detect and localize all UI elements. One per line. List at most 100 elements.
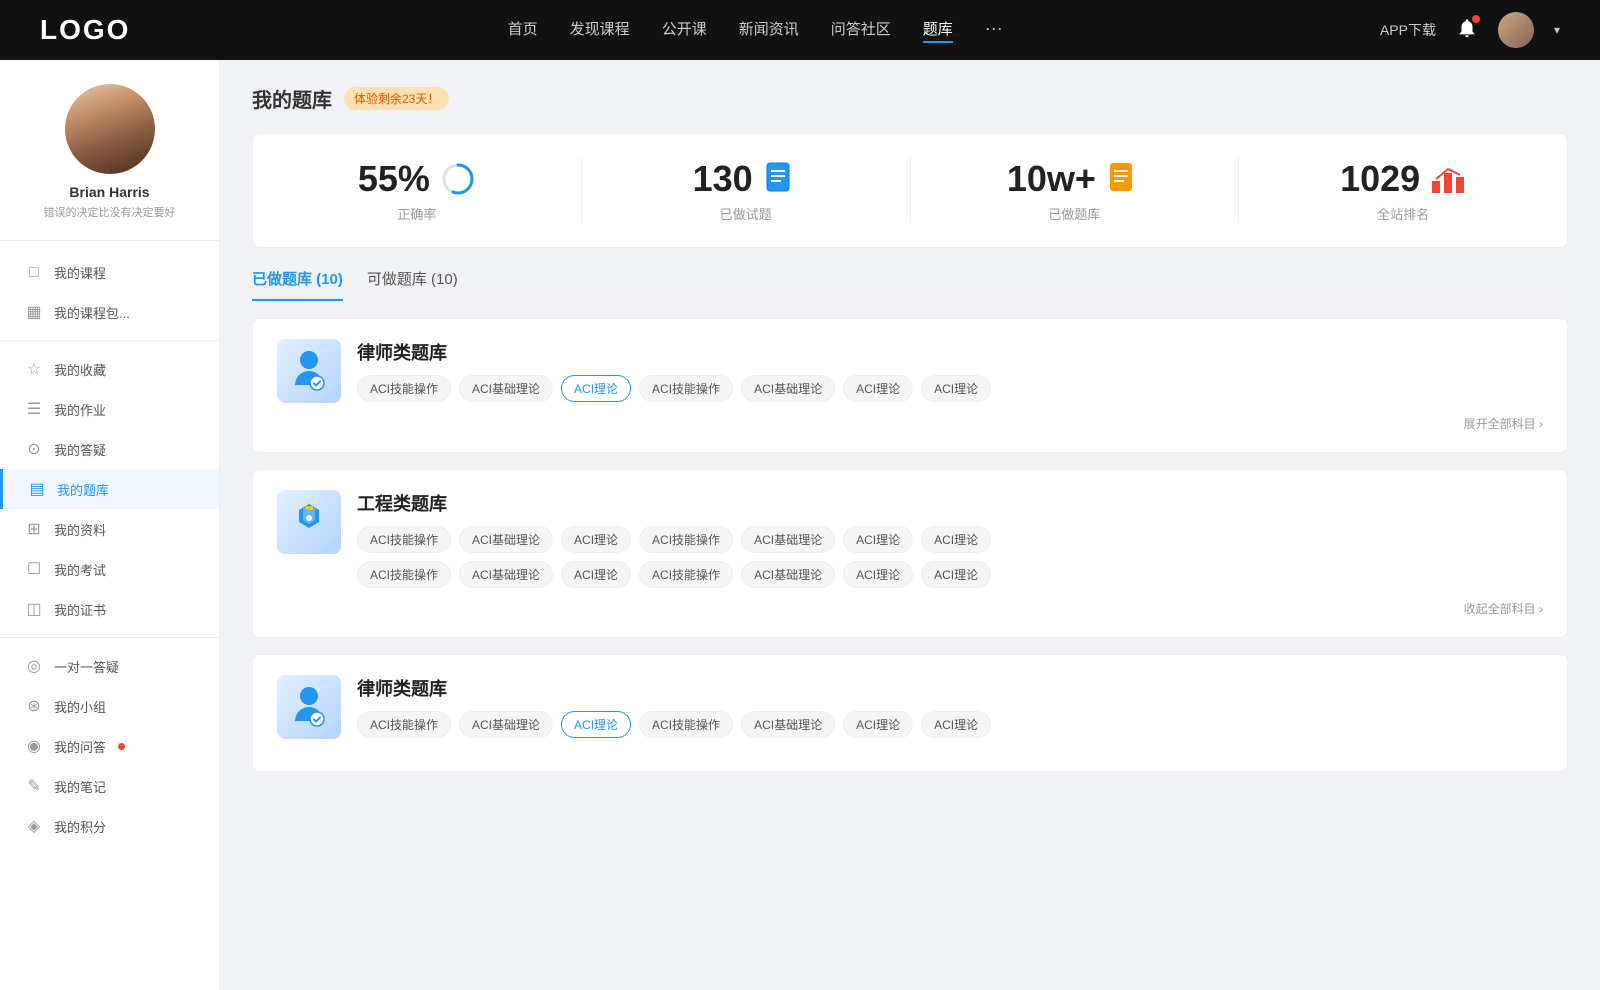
exam-label: 我的考试	[54, 560, 106, 579]
sidebar-item-one-on-one[interactable]: ◎ 一对一答疑	[0, 646, 219, 686]
sidebar-item-my-course[interactable]: □ 我的课程	[0, 253, 219, 292]
lawyer1-tag-4[interactable]: ACI基础理论	[741, 375, 835, 402]
engineer-tag-6[interactable]: ACI理论	[921, 526, 991, 553]
nav-avatar[interactable]	[1498, 12, 1534, 48]
engineer-tag-0[interactable]: ACI技能操作	[357, 526, 451, 553]
lawyer2-tags: ACI技能操作 ACI基础理论 ACI理论 ACI技能操作 ACI基础理论 AC…	[357, 711, 991, 738]
engineer-tag-12[interactable]: ACI理论	[843, 561, 913, 588]
one-on-one-label: 一对一答疑	[54, 657, 119, 676]
qa-badge-dot	[118, 743, 125, 750]
sidebar-item-my-qa2[interactable]: ◉ 我的问答	[0, 726, 219, 766]
favorites-label: 我的收藏	[54, 360, 106, 379]
stat-questions: 130 已做试题	[582, 158, 911, 223]
engineer-tag-11[interactable]: ACI基础理论	[741, 561, 835, 588]
lawyer2-tag-3[interactable]: ACI技能操作	[639, 711, 733, 738]
nav-dots[interactable]: ···	[985, 18, 1003, 43]
page-layout: Brian Harris 错误的决定比没有决定要好 □ 我的课程 ▦ 我的课程包…	[0, 60, 1600, 990]
group-icon: ⊛	[24, 696, 44, 716]
engineer-tag-13[interactable]: ACI理论	[921, 561, 991, 588]
sidebar-item-favorites[interactable]: ☆ 我的收藏	[0, 349, 219, 389]
engineer-tag-1[interactable]: ACI基础理论	[459, 526, 553, 553]
sidebar-item-points[interactable]: ◈ 我的积分	[0, 806, 219, 846]
nav-logo[interactable]: LOGO	[40, 14, 130, 46]
nav-links: 首页 发现课程 公开课 新闻资讯 问答社区 题库 ···	[508, 18, 1003, 43]
lawyer1-tag-1[interactable]: ACI基础理论	[459, 375, 553, 402]
engineer-icon	[277, 490, 341, 554]
one-on-one-icon: ◎	[24, 656, 44, 676]
lawyer1-icon	[277, 339, 341, 403]
sidebar-item-profile[interactable]: ⊞ 我的资料	[0, 509, 219, 549]
stat-rank-value: 1029	[1340, 158, 1420, 200]
main-content: 我的题库 体验剩余23天！ 55% 正确率	[220, 60, 1600, 990]
nav-app-download[interactable]: APP下载	[1380, 20, 1436, 40]
nav-chevron-icon[interactable]: ▾	[1554, 23, 1560, 37]
lawyer2-tag-4[interactable]: ACI基础理论	[741, 711, 835, 738]
sidebar-item-exam[interactable]: ☐ 我的考试	[0, 549, 219, 589]
nav-bell-button[interactable]	[1456, 17, 1478, 44]
lawyer1-tag-3[interactable]: ACI技能操作	[639, 375, 733, 402]
sidebar-item-qa[interactable]: ⊙ 我的答疑	[0, 429, 219, 469]
lawyer2-tag-6[interactable]: ACI理论	[921, 711, 991, 738]
sidebar-item-notes[interactable]: ✎ 我的笔记	[0, 766, 219, 806]
lawyer1-expand-link[interactable]: 展开全部科目 ›	[277, 415, 1543, 432]
qbank-card-engineer: 工程类题库 ACI技能操作 ACI基础理论 ACI理论 ACI技能操作 ACI基…	[252, 469, 1568, 638]
engineer-tags-row1: ACI技能操作 ACI基础理论 ACI理论 ACI技能操作 ACI基础理论 AC…	[357, 526, 1543, 553]
navbar: LOGO 首页 发现课程 公开课 新闻资讯 问答社区 题库 ··· APP下载 …	[0, 0, 1600, 60]
engineer-tag-8[interactable]: ACI基础理论	[459, 561, 553, 588]
notification-dot	[1472, 15, 1480, 23]
my-course-label: 我的课程	[54, 263, 106, 282]
lawyer2-icon	[277, 675, 341, 739]
stat-accuracy: 55% 正确率	[253, 158, 582, 223]
profile-label: 我的资料	[54, 520, 106, 539]
lawyer2-tag-0[interactable]: ACI技能操作	[357, 711, 451, 738]
user-motto: 错误的决定比没有决定要好	[0, 204, 219, 220]
user-name: Brian Harris	[0, 184, 219, 200]
sidebar-item-group[interactable]: ⊛ 我的小组	[0, 686, 219, 726]
cert-icon: ◫	[24, 599, 44, 619]
engineer-tags-row2: ACI技能操作 ACI基础理论 ACI理论 ACI技能操作 ACI基础理论 AC…	[357, 561, 1543, 588]
sidebar-item-homework[interactable]: ☰ 我的作业	[0, 389, 219, 429]
trial-badge: 体验剩余23天！	[344, 87, 449, 110]
engineer-tag-5[interactable]: ACI理论	[843, 526, 913, 553]
stats-row: 55% 正确率 130	[252, 133, 1568, 248]
lawyer1-tag-5[interactable]: ACI理论	[843, 375, 913, 402]
lawyer1-tag-6[interactable]: ACI理论	[921, 375, 991, 402]
nav-link-open[interactable]: 公开课	[662, 18, 707, 43]
qa-icon: ⊙	[24, 439, 44, 459]
sidebar-item-cert[interactable]: ◫ 我的证书	[0, 589, 219, 629]
rank-icon	[1430, 161, 1466, 197]
engineer-tag-4[interactable]: ACI基础理论	[741, 526, 835, 553]
tab-done-banks[interactable]: 已做题库 (10)	[252, 268, 343, 301]
qbank-card-lawyer2: 律师类题库 ACI技能操作 ACI基础理论 ACI理论 ACI技能操作 ACI基…	[252, 654, 1568, 772]
lawyer2-tag-5[interactable]: ACI理论	[843, 711, 913, 738]
sidebar-menu: □ 我的课程 ▦ 我的课程包... ☆ 我的收藏 ☰ 我的作业 ⊙ 我的答疑 ▤	[0, 253, 219, 846]
sidebar-item-qbank[interactable]: ▤ 我的题库	[0, 469, 219, 509]
lawyer2-tag-1[interactable]: ACI基础理论	[459, 711, 553, 738]
nav-link-home[interactable]: 首页	[508, 18, 538, 43]
engineer-tag-10[interactable]: ACI技能操作	[639, 561, 733, 588]
engineer-tag-7[interactable]: ACI技能操作	[357, 561, 451, 588]
engineer-tag-2[interactable]: ACI理论	[561, 526, 631, 553]
sidebar-item-my-course-pack[interactable]: ▦ 我的课程包...	[0, 292, 219, 332]
qbank-icon: ▤	[27, 479, 47, 499]
lawyer1-tag-2[interactable]: ACI理论	[561, 375, 631, 402]
qa-label: 我的答疑	[54, 440, 106, 459]
lawyer2-title: 律师类题库	[357, 675, 991, 701]
engineer-tag-3[interactable]: ACI技能操作	[639, 526, 733, 553]
engineer-tag-9[interactable]: ACI理论	[561, 561, 631, 588]
lawyer1-tag-0[interactable]: ACI技能操作	[357, 375, 451, 402]
lawyer1-title: 律师类题库	[357, 339, 991, 365]
tab-available-banks[interactable]: 可做题库 (10)	[367, 268, 458, 301]
stat-accuracy-label: 正确率	[273, 204, 561, 223]
nav-link-qbank[interactable]: 题库	[923, 18, 953, 43]
engineer-collapse-link[interactable]: 收起全部科目 ›	[277, 600, 1543, 617]
stat-banks: 10w+ 已做题库	[911, 158, 1240, 223]
nav-link-qa[interactable]: 问答社区	[831, 18, 891, 43]
notes-label: 我的笔记	[54, 777, 106, 796]
notes-icon: ✎	[24, 776, 44, 796]
accuracy-chart-icon	[440, 161, 476, 197]
nav-link-news[interactable]: 新闻资讯	[739, 18, 799, 43]
lawyer2-tag-2[interactable]: ACI理论	[561, 711, 631, 738]
menu-divider-1	[0, 340, 219, 341]
nav-link-discover[interactable]: 发现课程	[570, 18, 630, 43]
